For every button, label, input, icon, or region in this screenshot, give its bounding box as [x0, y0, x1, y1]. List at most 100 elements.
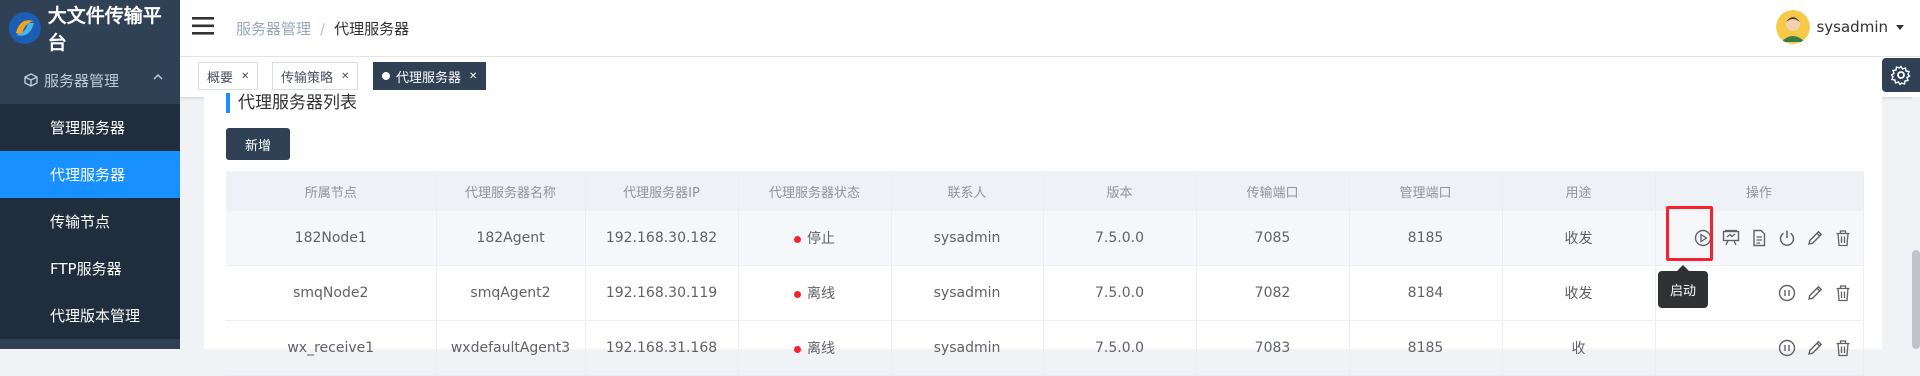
column-header[interactable]: 用途	[1502, 171, 1656, 211]
cell-ip: 192.168.30.182	[585, 211, 739, 266]
top-header: 服务器管理 / 代理服务器 sysadmin	[180, 0, 1920, 57]
cell-status: 离线	[738, 265, 892, 321]
column-header[interactable]: 代理服务器IP	[585, 171, 739, 211]
power-icon[interactable]	[1778, 229, 1796, 247]
start-button-highlight	[1666, 206, 1713, 261]
chevron-up-icon	[153, 73, 163, 80]
menu-group-label: 服务器管理	[44, 71, 120, 90]
cell-usage: 收发	[1502, 211, 1656, 266]
close-icon[interactable]: ✕	[469, 71, 477, 82]
column-header[interactable]: 代理服务器名称	[436, 171, 586, 211]
cell-actions	[1655, 320, 1864, 376]
cell-node: wx_receive1	[226, 320, 437, 376]
column-header: 操作	[1655, 171, 1864, 211]
status-dot-icon	[794, 235, 801, 243]
sidebar-item-ftp-server[interactable]: FTP服务器	[0, 245, 180, 292]
sidebar-item-label: 管理服务器	[50, 119, 126, 137]
breadcrumb-separator: /	[320, 20, 326, 38]
tag-overview[interactable]: 概要 ✕	[198, 62, 259, 90]
trash-icon[interactable]	[1834, 229, 1852, 247]
monitor-icon[interactable]	[1722, 229, 1740, 247]
add-button[interactable]: 新增	[226, 128, 290, 160]
submenu: 管理服务器 代理服务器 传输节点 FTP服务器 代理版本管理	[0, 104, 180, 339]
edit-icon[interactable]	[1806, 284, 1824, 302]
column-header[interactable]: 所属节点	[226, 171, 437, 211]
cell-ip: 192.168.30.119	[585, 265, 739, 321]
edit-icon[interactable]	[1806, 339, 1824, 357]
status-text: 停止	[807, 231, 835, 247]
sidebar-item-management-server[interactable]: 管理服务器	[0, 104, 180, 151]
table-row[interactable]: 182Node1 182Agent 192.168.30.182 停止 sysa…	[226, 211, 1864, 266]
gear-icon	[1891, 65, 1911, 85]
sidebar-item-proxy-server[interactable]: 代理服务器	[0, 151, 180, 198]
breadcrumb-parent[interactable]: 服务器管理	[236, 20, 311, 38]
status-text: 离线	[807, 286, 835, 302]
table-row[interactable]: wx_receive1 wxdefaultAgent3 192.168.31.1…	[226, 320, 1864, 376]
table-row[interactable]: smqNode2 smqAgent2 192.168.30.119 离线 sys…	[226, 265, 1864, 321]
tags-view: 概要 ✕ 传输策略 ✕ 代理服务器 ✕	[180, 57, 1920, 98]
cell-transfer-port: 7085	[1196, 211, 1350, 266]
status-dot-icon	[794, 290, 801, 298]
sidebar-item-label: 代理版本管理	[50, 307, 141, 325]
pause-icon[interactable]	[1778, 339, 1796, 357]
avatar	[1776, 10, 1811, 44]
hamburger-icon[interactable]	[192, 16, 216, 36]
menu-group-server-management[interactable]: 服务器管理	[0, 56, 180, 104]
status-dot-icon	[794, 345, 801, 353]
pause-icon[interactable]	[1778, 284, 1796, 302]
cell-name: wxdefaultAgent3	[436, 320, 586, 376]
table-header-row: 所属节点 代理服务器名称 代理服务器IP 代理服务器状态 联系人 版本 传输端口…	[226, 171, 1864, 211]
trash-icon[interactable]	[1834, 284, 1852, 302]
sidebar-item-transfer-node[interactable]: 传输节点	[0, 198, 180, 245]
cube-icon	[24, 73, 38, 87]
breadcrumb: 服务器管理 / 代理服务器	[236, 18, 409, 39]
cell-ip: 192.168.31.168	[585, 320, 739, 376]
logo-icon	[8, 12, 41, 44]
column-header[interactable]: 管理端口	[1349, 171, 1503, 211]
tag-label: 概要	[207, 70, 234, 86]
document-icon[interactable]	[1750, 229, 1768, 247]
caret-down-icon	[1896, 25, 1904, 30]
column-header[interactable]: 传输端口	[1196, 171, 1350, 211]
sidebar-item-label: 传输节点	[50, 213, 111, 231]
page-title: 代理服务器列表	[226, 93, 357, 113]
cell-node: 182Node1	[226, 211, 437, 266]
tooltip-start: 启动	[1658, 265, 1708, 308]
proxy-server-table: 所属节点 代理服务器名称 代理服务器IP 代理服务器状态 联系人 版本 传输端口…	[226, 171, 1864, 376]
cell-usage: 收发	[1502, 265, 1656, 321]
close-icon[interactable]: ✕	[341, 71, 349, 82]
trash-icon[interactable]	[1834, 339, 1852, 357]
cell-mgmt-port: 8185	[1349, 211, 1503, 266]
sidebar-item-proxy-version[interactable]: 代理版本管理	[0, 292, 180, 339]
column-header[interactable]: 代理服务器状态	[738, 171, 892, 211]
content-card: 代理服务器列表 新增 所属节点 代理服务器名称 代理服务器IP 代理服务器状态 …	[204, 93, 1882, 376]
scrollbar-thumb[interactable]	[1912, 250, 1920, 349]
status-text: 离线	[807, 341, 835, 357]
close-icon[interactable]: ✕	[241, 71, 249, 82]
cell-name: smqAgent2	[436, 265, 586, 321]
app-title: 大文件传输平台	[47, 5, 162, 54]
tag-label: 传输策略	[281, 70, 334, 86]
cell-usage: 收	[1502, 320, 1656, 376]
column-header[interactable]: 联系人	[891, 171, 1044, 211]
settings-button[interactable]	[1882, 58, 1920, 92]
edit-icon[interactable]	[1806, 229, 1824, 247]
user-menu[interactable]: sysadmin	[1776, 10, 1906, 44]
tag-transfer-policy[interactable]: 传输策略 ✕	[272, 62, 359, 90]
cell-version: 7.5.0.0	[1043, 320, 1197, 376]
column-header[interactable]: 版本	[1043, 171, 1197, 211]
cell-contact: sysadmin	[891, 211, 1044, 266]
cell-mgmt-port: 8184	[1349, 265, 1503, 321]
tag-proxy-server[interactable]: 代理服务器 ✕	[373, 62, 487, 90]
username: sysadmin	[1816, 18, 1888, 36]
tag-label: 代理服务器	[396, 70, 462, 86]
cell-name: 182Agent	[436, 211, 586, 266]
active-dot-icon	[382, 72, 390, 80]
cell-status: 停止	[738, 211, 892, 266]
cell-transfer-port: 7082	[1196, 265, 1350, 321]
cell-version: 7.5.0.0	[1043, 211, 1197, 266]
cell-status: 离线	[738, 320, 892, 376]
app-logo[interactable]: 大文件传输平台	[0, 0, 180, 56]
cell-transfer-port: 7083	[1196, 320, 1350, 376]
cell-mgmt-port: 8185	[1349, 320, 1503, 376]
